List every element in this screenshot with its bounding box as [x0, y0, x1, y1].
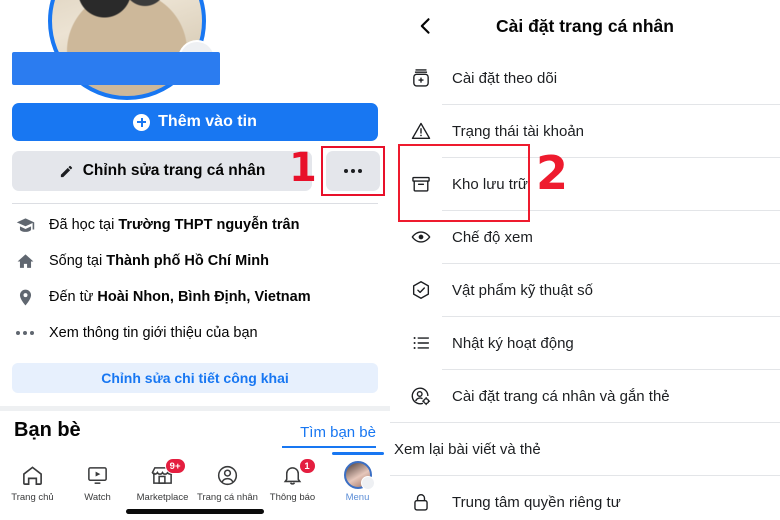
settings-item-activity-log[interactable]: Nhật ký hoạt động — [390, 317, 780, 369]
tab-label: Thông báo — [269, 492, 316, 503]
settings-item-account-status[interactable]: Trạng thái tài khoản — [390, 105, 780, 157]
profile-gear-icon — [408, 383, 434, 409]
warning-triangle-icon — [408, 118, 434, 144]
marketplace-badge: 9+ — [164, 458, 186, 474]
settings-item-follow[interactable]: Cài đặt theo dõi — [390, 52, 780, 104]
edit-profile-button[interactable]: Chỉnh sửa trang cá nhân — [12, 151, 312, 191]
tab-profile[interactable]: Trang cá nhân — [195, 456, 260, 503]
tab-label: Trang chủ — [11, 492, 54, 503]
tab-label: Menu — [345, 492, 370, 503]
tab-notifications[interactable]: 1 Thông báo — [260, 456, 325, 503]
profile-info-lives-in[interactable]: Sống tại Thành phố Hồ Chí Minh — [14, 250, 380, 272]
profile-more-button[interactable] — [326, 151, 380, 191]
settings-item-label: Xem lại bài viết và thẻ — [394, 440, 541, 458]
settings-item-label: Kho lưu trữ — [452, 175, 528, 193]
plus-icon — [133, 113, 151, 131]
avatar-menu-icon — [343, 461, 375, 490]
screenshot-root: Thêm vào tin Chỉnh sửa trang cá nhân 1 Đ… — [0, 0, 780, 520]
pencil-icon — [60, 165, 72, 177]
tab-menu[interactable]: Menu — [325, 452, 390, 503]
avatar[interactable] — [48, 0, 214, 100]
location-pin-icon — [14, 286, 36, 308]
check-hexagon-icon — [408, 277, 434, 303]
profile-settings-screen: Cài đặt trang cá nhân Cài đặt theo dõi T… — [390, 0, 780, 520]
settings-item-label: Chế độ xem — [452, 228, 533, 246]
profile-name-redacted — [12, 52, 220, 85]
activity-log-icon — [408, 330, 434, 356]
settings-item-archive[interactable]: Kho lưu trữ — [390, 158, 780, 210]
tab-label: Trang cá nhân — [197, 492, 258, 503]
eye-icon — [408, 224, 434, 250]
lock-icon — [408, 489, 434, 515]
profile-info-education[interactable]: Đã học tại Trường THPT nguyễn trân — [14, 214, 380, 236]
bell-icon: 1 — [278, 458, 316, 488]
archive-box-icon — [408, 171, 434, 197]
tab-marketplace[interactable]: 9+ Marketplace — [130, 456, 195, 503]
video-icon — [83, 462, 113, 488]
find-friends-underline — [282, 446, 376, 448]
profile-info-text: Sống tại Thành phố Hồ Chí Minh — [49, 253, 269, 269]
settings-item-privacy-center[interactable]: Trung tâm quyền riêng tư — [390, 476, 780, 520]
find-friends-link[interactable]: Tìm bạn bè — [300, 424, 376, 441]
home-icon — [18, 462, 48, 488]
settings-item-label: Nhật ký hoạt động — [452, 334, 574, 352]
profile-info-text: Đã học tại Trường THPT nguyễn trân — [49, 217, 300, 233]
home-icon — [14, 250, 36, 272]
page-title: Cài đặt trang cá nhân — [496, 15, 674, 36]
edit-public-details-button[interactable]: Chỉnh sửa chi tiết công khai — [12, 363, 378, 393]
profile-info-text: Đến từ Hoài Nhon, Bình Định, Vietnam — [49, 289, 311, 305]
settings-item-label: Cài đặt trang cá nhân và gắn thẻ — [452, 387, 670, 405]
settings-item-review-posts[interactable]: Xem lại bài viết và thẻ — [390, 423, 780, 475]
edit-profile-label: Chỉnh sửa trang cá nhân — [82, 162, 266, 179]
home-indicator — [126, 509, 264, 514]
settings-item-label: Trung tâm quyền riêng tư — [452, 493, 621, 511]
tab-label: Marketplace — [136, 492, 189, 503]
person-circle-icon — [213, 462, 243, 488]
add-to-story-button[interactable]: Thêm vào tin — [12, 103, 378, 141]
friends-section-title: Bạn bè — [14, 419, 81, 441]
active-tab-indicator — [331, 452, 384, 455]
store-icon: 9+ — [148, 458, 186, 488]
settings-item-profile-tagging[interactable]: Cài đặt trang cá nhân và gắn thẻ — [390, 370, 780, 422]
settings-item-digital-items[interactable]: Vật phẩm kỹ thuật số — [390, 264, 780, 316]
settings-item-view-mode[interactable]: Chế độ xem — [390, 211, 780, 263]
add-to-story-label: Thêm vào tin — [158, 113, 257, 130]
profile-info-from[interactable]: Đến từ Hoài Nhon, Bình Định, Vietnam — [14, 286, 380, 308]
profile-screen: Thêm vào tin Chỉnh sửa trang cá nhân 1 Đ… — [0, 0, 390, 520]
section-divider — [0, 406, 390, 411]
profile-info-see-about[interactable]: Xem thông tin giới thiệu của bạn — [14, 322, 380, 344]
settings-list: Cài đặt theo dõi Trạng thái tài khoản Kh… — [390, 52, 780, 520]
ellipsis-icon — [344, 169, 362, 173]
settings-item-label: Cài đặt theo dõi — [452, 69, 558, 87]
chevron-left-icon[interactable] — [412, 12, 440, 40]
graduation-cap-icon — [14, 214, 36, 236]
tab-home[interactable]: Trang chủ — [0, 456, 65, 503]
settings-header: Cài đặt trang cá nhân — [390, 0, 780, 52]
tab-label: Watch — [84, 492, 111, 503]
divider — [12, 203, 378, 204]
ellipsis-icon — [14, 322, 36, 344]
follow-jar-plus-icon — [408, 65, 434, 91]
settings-item-label: Trạng thái tài khoản — [452, 122, 585, 140]
settings-item-label: Vật phẩm kỹ thuật số — [452, 281, 593, 299]
profile-info-text: Xem thông tin giới thiệu của bạn — [49, 325, 258, 341]
notifications-badge: 1 — [298, 458, 316, 474]
tab-watch[interactable]: Watch — [65, 456, 130, 503]
